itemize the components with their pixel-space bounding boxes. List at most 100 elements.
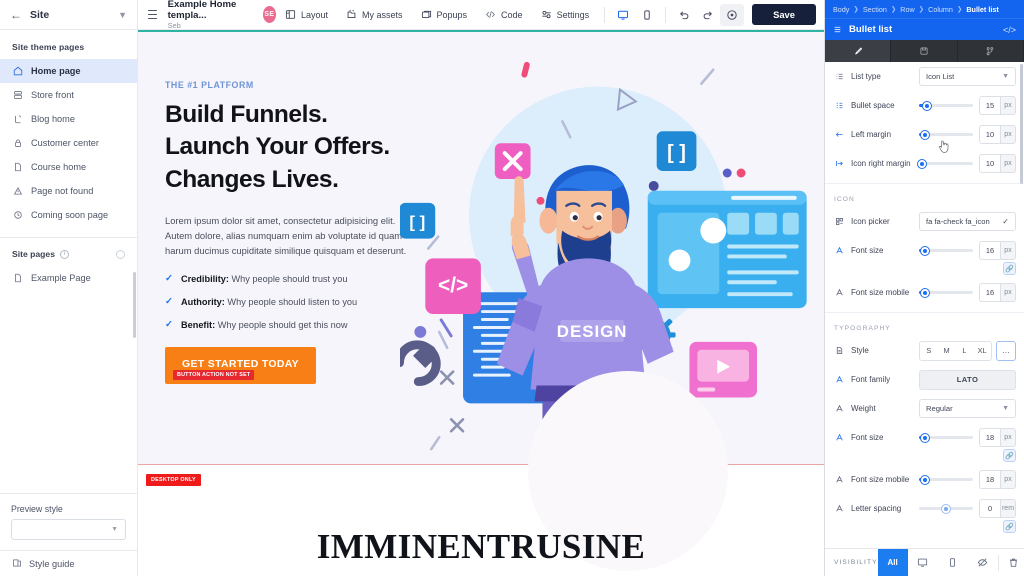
delete-element[interactable] — [999, 549, 1024, 576]
icon-right-margin-slider[interactable] — [918, 154, 973, 173]
icon-right-margin-value[interactable]: 10 — [979, 154, 1000, 173]
icon-font-size-mobile-value[interactable]: 16 — [979, 283, 1000, 302]
check-icon[interactable]: ✓ — [1002, 217, 1009, 226]
icon-font-size-mobile-slider[interactable] — [919, 283, 973, 302]
left-margin-row[interactable]: Left margin 10 px — [825, 120, 1024, 149]
sidebar-scrollbar[interactable] — [133, 272, 136, 338]
code-brackets-icon[interactable]: </> — [1003, 25, 1016, 35]
code-button[interactable]: Code — [476, 4, 532, 26]
redo-icon[interactable] — [696, 4, 720, 26]
info-icon[interactable]: i — [60, 249, 69, 259]
sidebar-item-page-not-found[interactable]: Page not found — [0, 179, 137, 203]
hero-section[interactable]: THE #1 PLATFORM Build Funnels. Launch Yo… — [138, 30, 824, 481]
monitor-icon[interactable] — [611, 4, 635, 26]
icon-font-size-row[interactable]: Font size 16 px — [825, 236, 1024, 265]
hamburger-icon[interactable] — [148, 10, 157, 19]
gear-icon[interactable] — [116, 249, 125, 259]
bullet-space-value-box[interactable]: 15 px — [979, 96, 1016, 115]
typography-font-size-row[interactable]: Font size 18 px — [825, 423, 1024, 452]
typography-font-size-mobile-slider[interactable] — [919, 470, 973, 489]
letter-spacing-row[interactable]: Letter spacing 0 rem — [825, 494, 1024, 523]
preview-style-select[interactable]: ▼ — [11, 519, 126, 540]
avatar[interactable]: SE — [262, 6, 276, 23]
breadcrumb-bullet-list[interactable]: Bullet list — [966, 5, 998, 14]
chevron-down-icon[interactable]: ▼ — [118, 10, 127, 20]
typography-font-size-mobile-value[interactable]: 18 — [979, 470, 1000, 489]
icon-picker-row[interactable]: Icon picker fa fa-check fa_icon ✓ — [825, 207, 1024, 236]
style-option-s[interactable]: S — [920, 342, 938, 360]
arrow-left-icon[interactable]: ← — [10, 9, 22, 21]
layout-button[interactable]: Layout — [276, 4, 337, 26]
breadcrumb-body[interactable]: Body — [833, 5, 849, 14]
weight-row[interactable]: Weight Regular ▼ — [825, 394, 1024, 423]
font-family-button[interactable]: LATO — [919, 369, 1016, 390]
typography-font-size-mobile-row[interactable]: Font size mobile 18 px — [825, 465, 1024, 494]
icon-right-margin-value-box[interactable]: 10 px — [979, 154, 1016, 173]
typography-font-size-value-box[interactable]: 18 px — [979, 428, 1016, 447]
undo-icon[interactable] — [672, 4, 696, 26]
icon-font-size-mobile-value-box[interactable]: 16 px — [979, 283, 1016, 302]
icon-picker-input[interactable]: fa fa-check fa_icon ✓ — [919, 212, 1016, 231]
style-row[interactable]: Style S M L XL … — [825, 336, 1024, 365]
left-margin-value-box[interactable]: 10 px — [979, 125, 1016, 144]
typography-font-size-value[interactable]: 18 — [979, 428, 1000, 447]
breadcrumb-column[interactable]: Column — [928, 5, 953, 14]
panel-settings-body[interactable]: List type Icon List ▼ Bullet space 15 px — [825, 62, 1024, 548]
icon-font-size-slider[interactable] — [919, 241, 973, 260]
popups-button[interactable]: Popups — [412, 4, 477, 26]
weight-select[interactable]: Regular ▼ — [919, 399, 1016, 418]
breadcrumb-row[interactable]: Row — [900, 5, 914, 14]
letter-spacing-slider[interactable] — [919, 499, 973, 518]
section-heading[interactable]: IMMINENTRUSINE — [138, 527, 824, 567]
icon-font-size-mobile-row[interactable]: Font size mobile 16 px — [825, 278, 1024, 307]
visibility-mobile[interactable] — [938, 549, 968, 576]
style-option-xl[interactable]: XL — [973, 342, 991, 360]
list-type-select[interactable]: Icon List ▼ — [919, 67, 1016, 86]
list-type-row[interactable]: List type Icon List ▼ — [825, 62, 1024, 91]
document-title-group[interactable]: Example Home templa... Seb — [168, 0, 254, 30]
breadcrumb-section[interactable]: Section — [863, 5, 887, 14]
style-size-segments[interactable]: S M L XL — [919, 340, 992, 361]
content-tab[interactable] — [891, 40, 958, 62]
visibility-hidden[interactable] — [968, 549, 998, 576]
list-item[interactable]: ✓ Authority: Why people should listen to… — [165, 296, 400, 308]
help-icon[interactable] — [720, 3, 745, 26]
font-family-row[interactable]: Font family LATO — [825, 365, 1024, 394]
hero-paragraph[interactable]: Lorem ipsum dolor sit amet, consectetur … — [165, 213, 408, 259]
list-item[interactable]: ✓ Benefit: Why people should get this no… — [165, 319, 400, 331]
visibility-desktop[interactable] — [908, 549, 938, 576]
style-guide-button[interactable]: Style guide — [0, 550, 137, 576]
save-button[interactable]: Save — [752, 4, 816, 25]
hero-headline[interactable]: Build Funnels. Launch Your Offers. Chang… — [165, 99, 400, 196]
list-item[interactable]: ✓ Credibility: Why people should trust y… — [165, 273, 400, 285]
bullet-space-slider[interactable] — [919, 96, 973, 115]
link-icon[interactable]: 🔗 — [1003, 262, 1016, 275]
visibility-all[interactable]: All — [877, 548, 908, 576]
sidebar-item-example-page[interactable]: Example Page — [0, 266, 137, 290]
phone-icon[interactable] — [635, 4, 659, 26]
sidebar-item-course-home[interactable]: Course home — [0, 155, 137, 179]
bullet-space-value[interactable]: 15 — [979, 96, 1000, 115]
page-canvas[interactable]: THE #1 PLATFORM Build Funnels. Launch Yo… — [138, 30, 824, 576]
left-margin-value[interactable]: 10 — [979, 125, 1000, 144]
letter-spacing-value-box[interactable]: 0 rem — [979, 499, 1016, 518]
typography-font-size-mobile-value-box[interactable]: 18 px — [979, 470, 1016, 489]
my-assets-button[interactable]: My assets — [337, 4, 412, 26]
style-option-m[interactable]: M — [938, 342, 956, 360]
advanced-tab[interactable] — [958, 40, 1024, 62]
link-icon[interactable]: 🔗 — [1003, 449, 1016, 462]
icon-font-size-value-box[interactable]: 16 px — [979, 241, 1016, 260]
letter-spacing-value[interactable]: 0 — [979, 499, 1000, 518]
left-margin-slider[interactable] — [919, 125, 973, 144]
sidebar-item-store-front[interactable]: Store front — [0, 83, 137, 107]
typography-font-size-slider[interactable] — [919, 428, 973, 447]
sidebar-item-coming-soon-page[interactable]: Coming soon page — [0, 203, 137, 227]
icon-font-size-value[interactable]: 16 — [979, 241, 1000, 260]
style-option-l[interactable]: L — [956, 342, 974, 360]
style-tab[interactable] — [825, 40, 892, 62]
link-icon[interactable]: 🔗 — [1003, 520, 1016, 533]
sidebar-item-blog-home[interactable]: Blog home — [0, 107, 137, 131]
sidebar-header[interactable]: ← Site ▼ — [0, 0, 137, 30]
icon-right-margin-row[interactable]: Icon right margin 10 px — [825, 149, 1024, 178]
settings-button[interactable]: Settings — [532, 4, 599, 26]
